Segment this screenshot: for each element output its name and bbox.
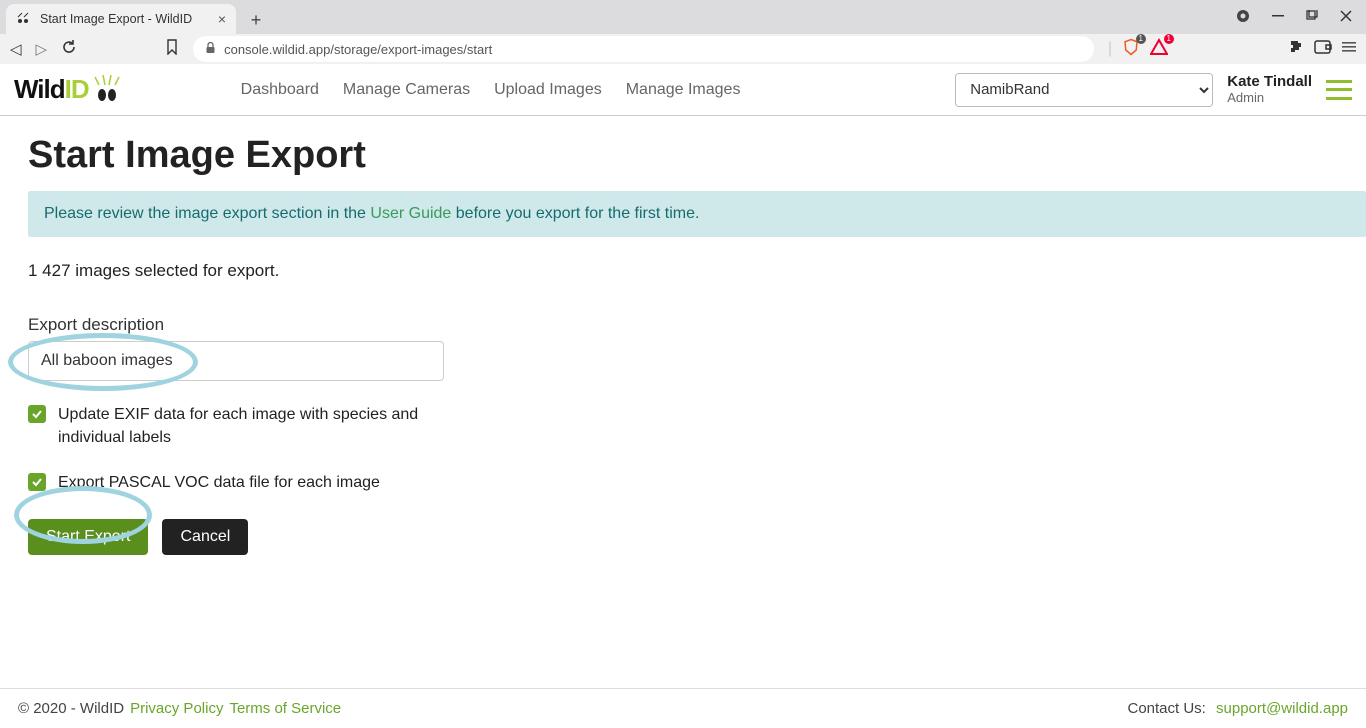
maximize-icon[interactable] — [1306, 9, 1318, 25]
close-window-icon[interactable] — [1340, 9, 1352, 25]
nav-dashboard[interactable]: Dashboard — [241, 81, 319, 99]
extensions-icon[interactable] — [1288, 39, 1304, 60]
checkbox-pascal[interactable]: Export PASCAL VOC data file for each ima… — [28, 471, 1338, 494]
close-icon[interactable]: × — [218, 11, 226, 27]
address-bar: ◁ ▷ console.wildid.app/storage/export-im… — [0, 34, 1366, 64]
browser-chrome: Start Image Export - WildID × + ◁ ▷ — [0, 0, 1366, 64]
triangle-icon[interactable]: 1 — [1150, 38, 1168, 61]
terms-link[interactable]: Terms of Service — [229, 700, 341, 717]
triangle-badge: 1 — [1164, 34, 1174, 44]
privacy-link[interactable]: Privacy Policy — [130, 700, 223, 717]
checkbox-pascal-label: Export PASCAL VOC data file for each ima… — [58, 471, 380, 494]
window-controls — [1236, 0, 1366, 34]
desc-input[interactable] — [28, 341, 444, 381]
page-title: Start Image Export — [28, 134, 1338, 177]
tab-bar: Start Image Export - WildID × + — [0, 0, 1366, 34]
nav-upload-images[interactable]: Upload Images — [494, 81, 602, 99]
bug-icon — [91, 75, 121, 105]
checkbox-icon[interactable] — [28, 473, 46, 491]
checkbox-icon[interactable] — [28, 405, 46, 423]
back-icon[interactable]: ◁ — [10, 40, 22, 58]
user-name: Kate Tindall — [1227, 74, 1312, 91]
contact-email[interactable]: support@wildid.app — [1216, 700, 1348, 717]
user-block[interactable]: Kate Tindall Admin — [1227, 74, 1312, 105]
more-icon[interactable] — [1342, 40, 1356, 59]
extension-icons: | 1 1 — [1108, 38, 1356, 61]
cancel-button[interactable]: Cancel — [162, 519, 248, 555]
checkbox-exif-label: Update EXIF data for each image with spe… — [58, 403, 458, 449]
user-guide-link[interactable]: User Guide — [370, 205, 451, 222]
contact-label: Contact Us: — [1127, 700, 1205, 717]
footer: © 2020 - WildID Privacy Policy Terms of … — [0, 688, 1366, 728]
main-nav: Dashboard Manage Cameras Upload Images M… — [241, 81, 741, 99]
browser-tab[interactable]: Start Image Export - WildID × — [6, 4, 236, 34]
app-header: WildID Dashboard Manage Cameras Upload I… — [0, 64, 1366, 116]
lock-icon — [205, 42, 216, 57]
page-content: Start Image Export Please review the ima… — [0, 116, 1366, 688]
org-select[interactable]: NamibRand — [955, 73, 1213, 107]
nav-manage-images[interactable]: Manage Images — [626, 81, 741, 99]
desc-label: Export description — [28, 315, 1338, 335]
start-export-button[interactable]: Start Export — [28, 519, 148, 555]
wallet-icon[interactable] — [1314, 39, 1332, 60]
shield-badge: 1 — [1136, 34, 1146, 44]
menu-icon[interactable] — [1326, 80, 1352, 100]
minimize-icon[interactable] — [1272, 9, 1284, 25]
reload-icon[interactable] — [61, 39, 77, 59]
tab-title: Start Image Export - WildID — [40, 12, 192, 26]
shield-icon[interactable]: 1 — [1122, 38, 1140, 61]
url-text: console.wildid.app/storage/export-images… — [224, 42, 492, 57]
info-banner: Please review the image export section i… — [28, 191, 1366, 237]
forward-icon[interactable]: ▷ — [36, 40, 48, 58]
circle-icon[interactable] — [1236, 9, 1250, 26]
new-tab-button[interactable]: + — [242, 6, 270, 34]
copyright: © 2020 - WildID — [18, 700, 124, 717]
logo[interactable]: WildID — [14, 74, 121, 105]
nav-manage-cameras[interactable]: Manage Cameras — [343, 81, 470, 99]
user-role: Admin — [1227, 91, 1312, 105]
bookmark-icon[interactable] — [165, 39, 179, 59]
favicon — [16, 11, 32, 27]
image-count: 1 427 images selected for export. — [28, 261, 1338, 281]
checkbox-exif[interactable]: Update EXIF data for each image with spe… — [28, 403, 1338, 449]
url-field[interactable]: console.wildid.app/storage/export-images… — [193, 36, 1094, 62]
